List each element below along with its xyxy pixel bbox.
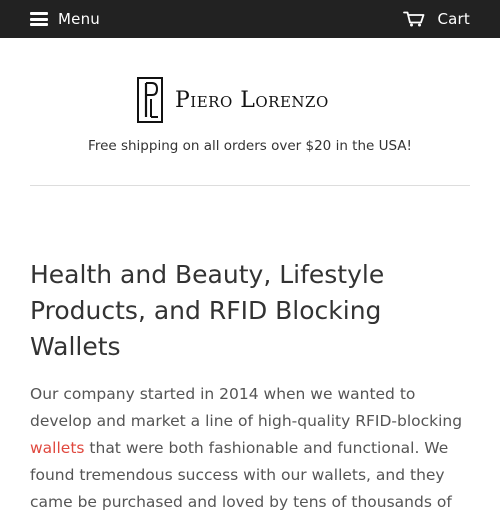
menu-button[interactable]: Menu bbox=[30, 0, 100, 38]
top-bar: Menu Cart bbox=[0, 0, 500, 38]
logo-text: Piero Lorenzo bbox=[175, 87, 329, 113]
intro-text-after: that were both fashionable and functiona… bbox=[30, 439, 452, 511]
page-title: Health and Beauty, Lifestyle Products, a… bbox=[30, 260, 385, 361]
intro-text-before: Our company started in 2014 when we want… bbox=[30, 385, 463, 430]
cart-button[interactable]: Cart bbox=[403, 0, 470, 38]
site-logo[interactable]: Piero Lorenzo bbox=[137, 77, 329, 123]
pl-monogram-logo bbox=[137, 77, 163, 123]
hamburger-icon bbox=[30, 12, 48, 26]
menu-label: Menu bbox=[58, 10, 100, 28]
shipping-promo: Free shipping on all orders over $20 in … bbox=[88, 138, 412, 154]
shopping-cart-icon bbox=[403, 11, 425, 27]
cart-label: Cart bbox=[437, 10, 470, 28]
wallets-link[interactable]: wallets bbox=[30, 439, 84, 457]
intro-paragraph: Our company started in 2014 when we want… bbox=[30, 381, 475, 516]
header-divider bbox=[30, 185, 470, 186]
